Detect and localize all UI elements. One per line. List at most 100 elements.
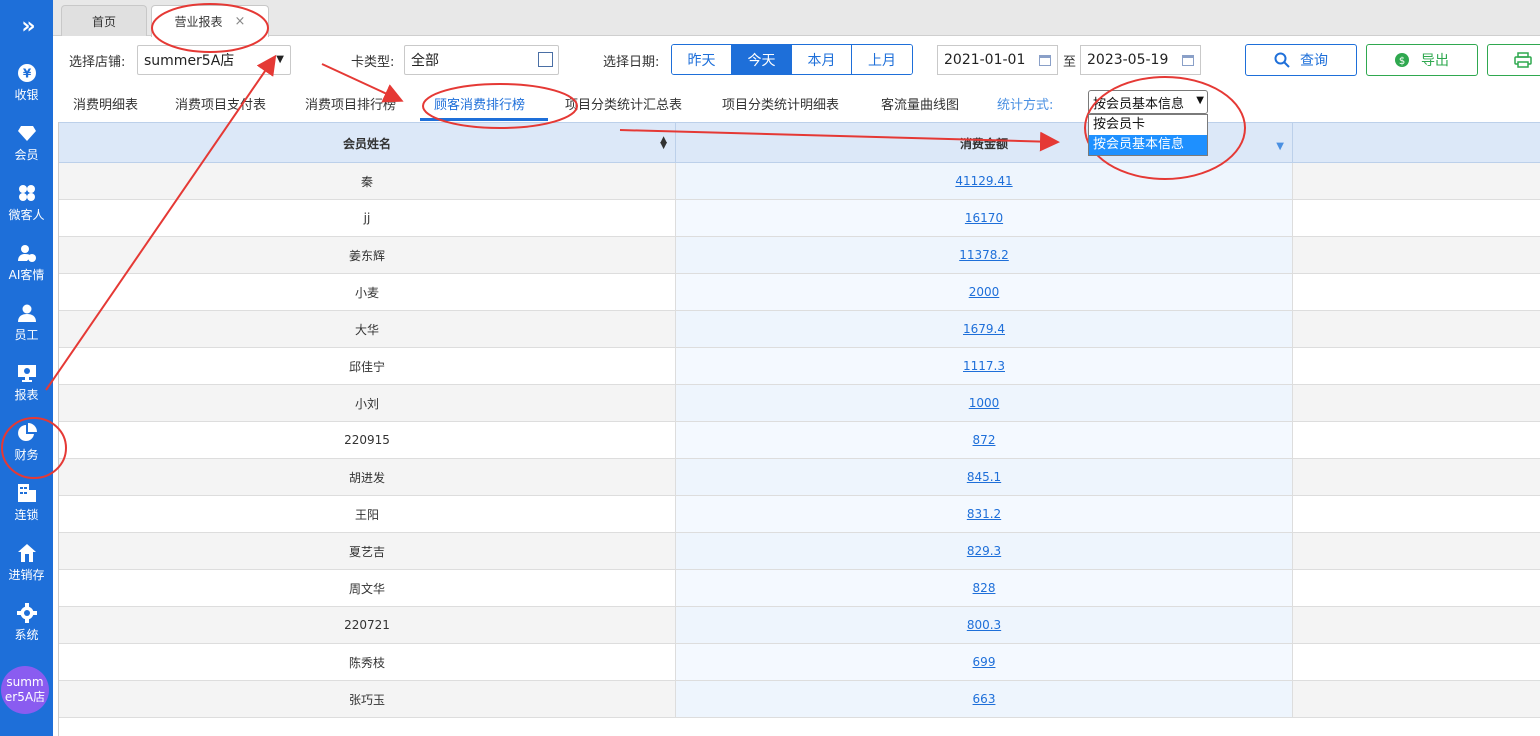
sidebar-item[interactable]: 连锁	[0, 475, 53, 531]
sidebar-item[interactable]: 微客人	[0, 175, 53, 231]
amount-link[interactable]: 829.3	[967, 544, 1001, 558]
sidebar-item[interactable]: AI客情	[0, 235, 53, 291]
close-icon[interactable]: ×	[235, 14, 246, 29]
gear-icon	[16, 603, 37, 623]
amount-link[interactable]: 663	[973, 692, 996, 706]
tab-category-summary[interactable]: 项目分类统计汇总表	[565, 94, 682, 113]
amount-cell: 829.3	[676, 533, 1293, 569]
empty-cell	[1293, 644, 1540, 680]
amount-link[interactable]: 831.2	[967, 507, 1001, 521]
query-button[interactable]: 查询	[1245, 44, 1357, 76]
store-label: 选择店铺:	[69, 55, 126, 70]
amount-cell: 845.1	[676, 459, 1293, 495]
user-heart-icon	[17, 243, 37, 263]
table-row: 大华 1679.4	[59, 311, 1540, 348]
amount-link[interactable]: 41129.41	[955, 174, 1012, 188]
member-name-cell: 大华	[59, 311, 676, 347]
quick-date-last-month[interactable]: 上月	[852, 45, 912, 74]
amount-link[interactable]: 1679.4	[963, 322, 1005, 336]
quick-date-yesterday[interactable]: 昨天	[672, 45, 732, 74]
calendar-icon[interactable]	[1039, 55, 1051, 66]
column-header-label: 会员姓名	[342, 136, 391, 151]
store-select[interactable]: summer5A店 ▼	[137, 45, 291, 75]
tab-customer-ranking[interactable]: 顾客消费排行榜	[434, 94, 525, 113]
stat-mode-select[interactable]: 按会员基本信息 ▼	[1088, 90, 1208, 114]
empty-cell	[1293, 496, 1540, 532]
table-row: 陈秀枝 699	[59, 644, 1540, 681]
member-name-cell: 220721	[59, 607, 676, 643]
tab-traffic-chart[interactable]: 客流量曲线图	[881, 94, 959, 113]
amount-link[interactable]: 800.3	[967, 618, 1001, 632]
stat-mode-option-card[interactable]: 按会员卡	[1089, 115, 1207, 135]
store-avatar[interactable]: summer5A店	[1, 666, 49, 714]
member-name-cell: 小刘	[59, 385, 676, 421]
card-type-select[interactable]: 全部	[404, 45, 559, 75]
sidebar-item[interactable]: 财务	[0, 415, 53, 471]
date-to-input[interactable]: 2023-05-19	[1080, 45, 1201, 75]
date-from-input[interactable]: 2021-01-01	[937, 45, 1058, 75]
member-name-cell: 小麦	[59, 274, 676, 310]
quick-date-group: 昨天 今天 本月 上月	[671, 44, 913, 75]
sidebar-item-label: 会员	[14, 148, 39, 162]
quick-date-this-month[interactable]: 本月	[792, 45, 852, 74]
amount-cell: 699	[676, 644, 1293, 680]
empty-cell	[1293, 348, 1540, 384]
member-name-cell: 夏艺吉	[59, 533, 676, 569]
amount-link[interactable]: 1117.3	[963, 359, 1005, 373]
tab-consumption-detail[interactable]: 消费明细表	[73, 94, 138, 113]
quick-date-today[interactable]: 今天	[732, 45, 792, 74]
sidebar-toggle-icon[interactable]: »	[0, 0, 53, 52]
amount-link[interactable]: 2000	[969, 285, 1000, 299]
empty-cell	[1293, 607, 1540, 643]
sidebar-item[interactable]: ¥ 收银	[0, 55, 53, 111]
sidebar-item-label: AI客情	[8, 268, 45, 282]
amount-link[interactable]: 1000	[969, 396, 1000, 410]
member-name-cell: jj	[59, 200, 676, 236]
calendar-icon[interactable]	[1182, 55, 1194, 66]
tab-item-ranking[interactable]: 消费项目排行榜	[305, 94, 396, 113]
amount-link[interactable]: 845.1	[967, 470, 1001, 484]
table-row: 胡进发 845.1	[59, 459, 1540, 496]
amount-cell: 16170	[676, 200, 1293, 236]
amount-link[interactable]: 828	[973, 581, 996, 595]
member-name-cell: 王阳	[59, 496, 676, 532]
picker-icon[interactable]	[538, 52, 553, 67]
amount-cell: 1117.3	[676, 348, 1293, 384]
amount-cell: 828	[676, 570, 1293, 606]
column-header-member-name[interactable]: 会员姓名 ▲ ▼	[59, 123, 676, 163]
amount-cell: 663	[676, 681, 1293, 717]
amount-link[interactable]: 11378.2	[959, 248, 1009, 262]
sidebar-item[interactable]: 员工	[0, 295, 53, 351]
sidebar-item-label: 收银	[14, 88, 39, 102]
member-name-cell: 姜东辉	[59, 237, 676, 273]
table-row: 220915 872	[59, 422, 1540, 459]
sidebar-item-label: 报表	[14, 388, 39, 402]
sidebar-item[interactable]: 会员	[0, 115, 53, 171]
table-row: 张巧玉 663	[59, 681, 1540, 718]
sidebar-item[interactable]: 报表	[0, 355, 53, 411]
stat-mode-option-basic-info[interactable]: 按会员基本信息	[1089, 135, 1207, 155]
dollar-icon: $	[1395, 53, 1409, 67]
amount-link[interactable]: 16170	[965, 211, 1003, 225]
amount-link[interactable]: 699	[973, 655, 996, 669]
tab-item-payment[interactable]: 消费项目支付表	[175, 94, 266, 113]
column-header-label: 消费金额	[959, 136, 1008, 151]
sort-icon[interactable]: ▲ ▼	[660, 136, 667, 151]
export-button[interactable]: $ 导出	[1366, 44, 1478, 76]
tab-category-detail[interactable]: 项目分类统计明细表	[722, 94, 839, 113]
sidebar-item[interactable]: 进销存	[0, 535, 53, 591]
amount-link[interactable]: 872	[973, 433, 996, 447]
store-select-value: summer5A店	[144, 53, 235, 69]
table-row: 小刘 1000	[59, 385, 1540, 422]
tab-business-report[interactable]: 营业报表 ×	[151, 5, 269, 37]
filter-icon[interactable]: ▼	[1276, 141, 1284, 152]
sidebar-item[interactable]: 系统	[0, 595, 53, 651]
empty-cell	[1293, 385, 1540, 421]
report-tabs: 消费明细表 消费项目支付表 消费项目排行榜 顾客消费排行榜 项目分类统计汇总表 …	[53, 84, 1540, 122]
tab-home[interactable]: 首页	[61, 5, 147, 36]
empty-cell	[1293, 533, 1540, 569]
table-row: 秦 41129.41	[59, 163, 1540, 200]
stat-mode-dropdown: 按会员卡 按会员基本信息	[1088, 114, 1208, 156]
print-button[interactable]	[1487, 44, 1540, 76]
active-tab-indicator	[420, 118, 548, 121]
